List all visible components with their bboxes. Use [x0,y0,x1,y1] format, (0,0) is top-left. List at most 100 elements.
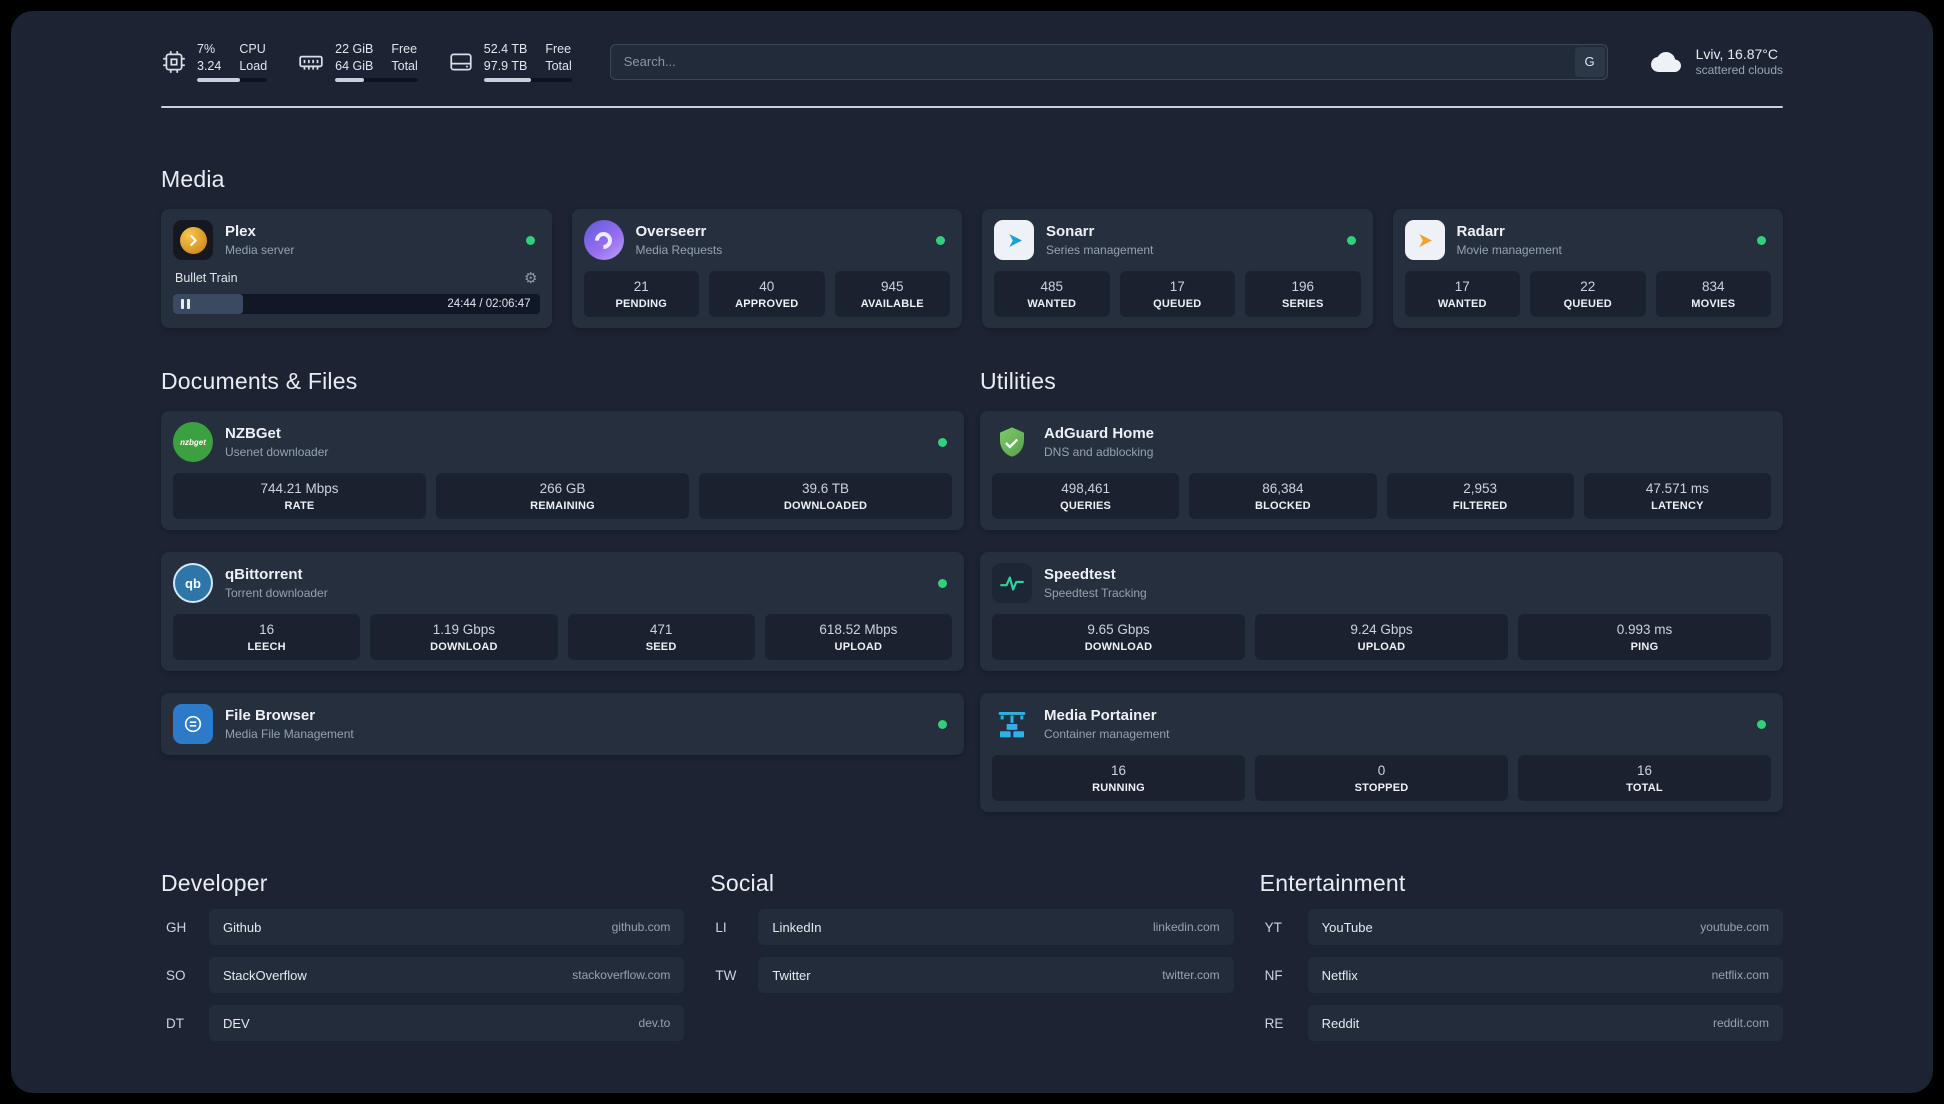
status-dot [938,437,947,447]
stat-blocked: 86,384 BLOCKED [1189,473,1377,519]
service-card-adguard[interactable]: AdGuard Home DNS and adblocking 498,461 … [980,411,1783,530]
bookmark-row: LI LinkedIn linkedin.com [710,909,1234,945]
bookmark-netflix[interactable]: Netflix netflix.com [1307,957,1783,993]
service-card-portainer[interactable]: Media Portainer Container management 16 … [980,693,1783,812]
bookmark-abbr: DT [166,1015,184,1031]
stat-available: 945 AVAILABLE [834,271,950,317]
header-divider [161,106,1783,108]
disk-total-label: Total [545,59,572,73]
adguard-icon [992,422,1032,462]
stat-pending: 21 PENDING [583,271,699,317]
status-dot [1346,235,1356,245]
service-card-radarr[interactable]: Radarr Movie management 17 WANTED 22 QUE… [1392,209,1783,328]
disk-usage-bar [483,78,572,82]
stat-seed: 471 SEED [567,614,755,660]
stat-upload: 9.24 Gbps UPLOAD [1255,614,1508,660]
service-card-filebrowser[interactable]: File Browser Media File Management [161,693,964,755]
search-provider-button[interactable]: G [1574,46,1605,77]
service-card-overseerr[interactable]: Overseerr Media Requests 21 PENDING 40 A… [571,209,962,328]
speedtest-icon [992,563,1032,603]
now-playing-progress[interactable]: 24:44 / 02:06:47 [173,294,540,314]
bookmark-row: SO StackOverflow stackoverflow.com [161,957,685,993]
stat-downloaded: 39.6 TB DOWNLOADED [699,473,952,519]
memory-icon [297,49,325,75]
cpu-usage-bar [197,78,268,82]
bookmark-abbr: GH [166,919,187,935]
section-title-utilities: Utilities [980,368,1056,394]
cloud-icon [1646,47,1686,77]
service-name: Media Portainer [1044,707,1157,724]
bookmark-youtube[interactable]: YouTube youtube.com [1307,909,1783,945]
now-playing-time: 24:44 / 02:06:47 [447,298,531,310]
service-card-plex[interactable]: Plex Media server Bullet Train ⚙ 24:44 /… [161,209,552,328]
cpu-label: CPU [239,42,266,56]
bookmarks-developer: Developer GH Github github.com SO StackO… [161,870,685,1041]
stat-queued: 17 QUEUED [1119,271,1235,317]
search-input[interactable] [609,43,1608,80]
bookmark-abbr: SO [166,967,186,983]
memory-widget: 22 GiB Free 64 GiB Total [297,41,418,82]
bookmark-twitter[interactable]: Twitter twitter.com [758,957,1234,993]
now-playing-title: Bullet Train [175,271,238,285]
memory-usage-bar [335,78,418,82]
utilities-column: Utilities AdGuard Home DNS and adblockin… [980,368,1783,812]
stat-download: 9.65 Gbps DOWNLOAD [992,614,1245,660]
bookmark-row: RE Reddit reddit.com [1260,1005,1783,1041]
stat-running: 16 RUNNING [992,755,1245,801]
memory-total-value: 64 GiB [335,59,374,73]
service-card-speedtest[interactable]: Speedtest Speedtest Tracking 9.65 Gbps D… [980,552,1783,671]
bookmark-stackoverflow[interactable]: StackOverflow stackoverflow.com [209,957,685,993]
bookmark-row: GH Github github.com [161,909,685,945]
stat-rate: 744.21 Mbps RATE [173,473,426,519]
stat-filtered: 2,953 FILTERED [1386,473,1574,519]
stat-upload: 618.52 Mbps UPLOAD [764,614,952,660]
bookmark-abbr: TW [715,967,737,983]
bookmark-github[interactable]: Github github.com [209,909,685,945]
service-name: Radarr [1456,223,1505,240]
cpu-percent: 7% [197,42,216,56]
status-dot [1757,719,1766,729]
status-dot [938,578,947,588]
stat-download: 1.19 Gbps DOWNLOAD [370,614,558,660]
service-subtitle: Series management [1046,243,1154,257]
service-name: NZBGet [225,425,281,442]
service-subtitle: Container management [1044,727,1170,741]
documents-column: Documents & Files nzbget NZBGet Usenet d… [161,368,964,755]
bookmark-abbr: RE [1264,1015,1284,1031]
service-name: Speedtest [1044,566,1116,583]
radarr-icon [1404,220,1445,260]
gear-icon[interactable]: ⚙ [524,269,537,287]
plex-icon [173,220,213,260]
bookmark-reddit[interactable]: Reddit reddit.com [1307,1005,1783,1041]
service-card-sonarr[interactable]: Sonarr Series management 485 WANTED 17 Q… [982,209,1373,328]
weather-widget: Lviv, 16.87°C scattered clouds [1646,45,1783,78]
bookmark-row: YT YouTube youtube.com [1260,909,1783,945]
service-name: File Browser [225,707,316,724]
memory-total-label: Total [391,59,418,73]
service-card-nzbget[interactable]: nzbget NZBGet Usenet downloader 744.21 M… [161,411,964,530]
bookmark-dev[interactable]: DEV dev.to [209,1005,685,1041]
service-card-qbittorrent[interactable]: qb qBittorrent Torrent downloader 16 LEE… [161,552,964,671]
stat-approved: 40 APPROVED [709,271,825,317]
service-name: qBittorrent [225,566,303,583]
search-bar: G [609,43,1608,80]
weather-condition: scattered clouds [1695,63,1783,77]
pause-icon[interactable] [181,299,190,309]
bookmark-row: NF Netflix netflix.com [1260,957,1783,993]
bookmark-abbr: LI [715,919,727,935]
service-subtitle: Media server [225,243,295,257]
sonarr-icon [994,220,1034,260]
service-subtitle: Usenet downloader [225,445,329,459]
status-dot [525,235,535,245]
nzbget-icon: nzbget [173,422,213,462]
service-name: Sonarr [1046,223,1095,240]
status-dot [936,235,945,245]
memory-free-label: Free [391,42,418,56]
cpu-chip-icon [161,49,187,75]
stat-series: 196 SERIES [1245,271,1361,317]
service-name: Overseerr [635,223,707,240]
bookmark-row: DT DEV dev.to [161,1005,685,1041]
bookmark-row: TW Twitter twitter.com [710,957,1234,993]
bookmark-linkedin[interactable]: LinkedIn linkedin.com [758,909,1234,945]
memory-free-value: 22 GiB [335,42,374,56]
